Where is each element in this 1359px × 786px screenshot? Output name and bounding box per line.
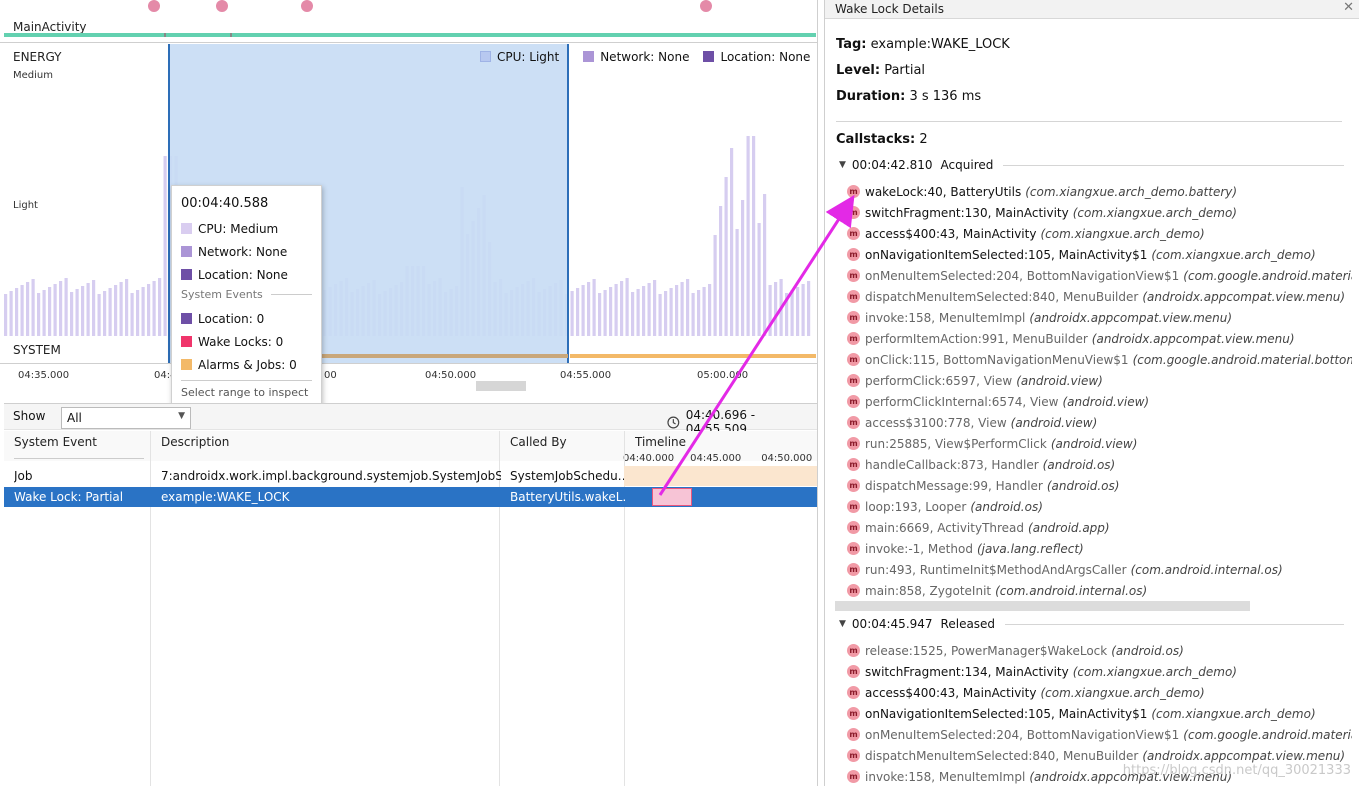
annotation-arrow [658,194,855,496]
